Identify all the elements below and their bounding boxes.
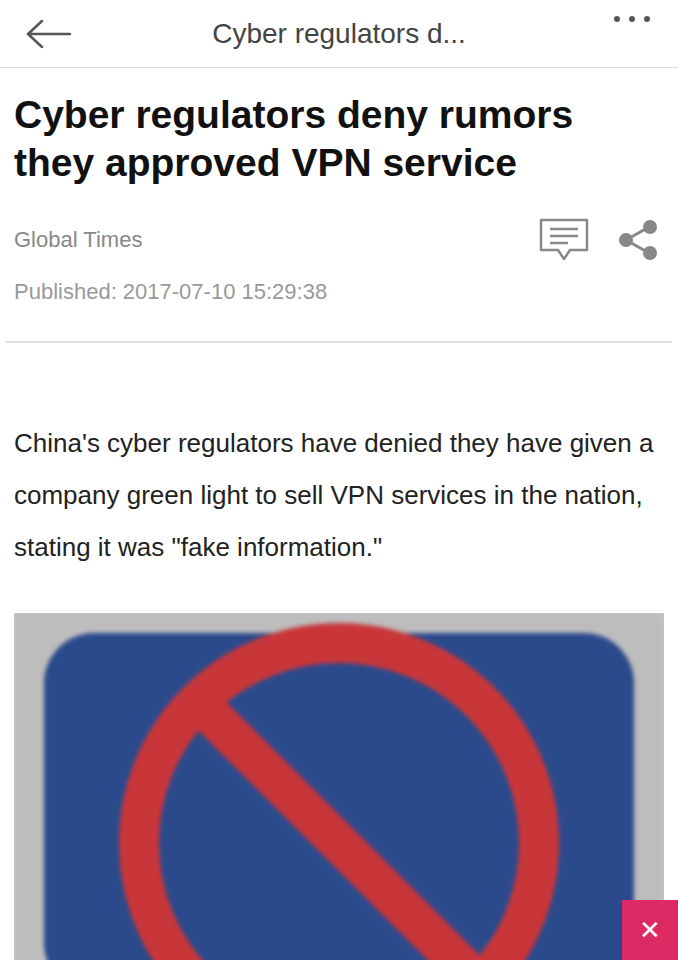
article: Cyber regulators deny rumors they approv… [0,68,678,307]
article-body: China's cyber regulators have denied the… [0,417,678,573]
share-icon[interactable] [616,218,660,262]
ad-close-button[interactable]: ✕ [622,900,678,960]
divider [6,341,672,343]
article-meta: Global Times [14,217,664,263]
more-icon[interactable] [612,14,652,24]
article-source: Global Times [14,225,142,255]
app-screen: Cyber regulators d... Cyber regulators de… [0,0,678,960]
comment-icon[interactable] [538,217,590,263]
top-bar-title: Cyber regulators d... [96,13,582,55]
back-arrow-icon[interactable] [24,19,72,49]
article-image [14,613,664,960]
article-headline: Cyber regulators deny rumors they approv… [14,91,664,187]
blocked-logo-icon [14,613,664,960]
top-bar: Cyber regulators d... [0,0,678,68]
article-published: Published: 2017-07-10 15:29:38 [14,277,664,307]
